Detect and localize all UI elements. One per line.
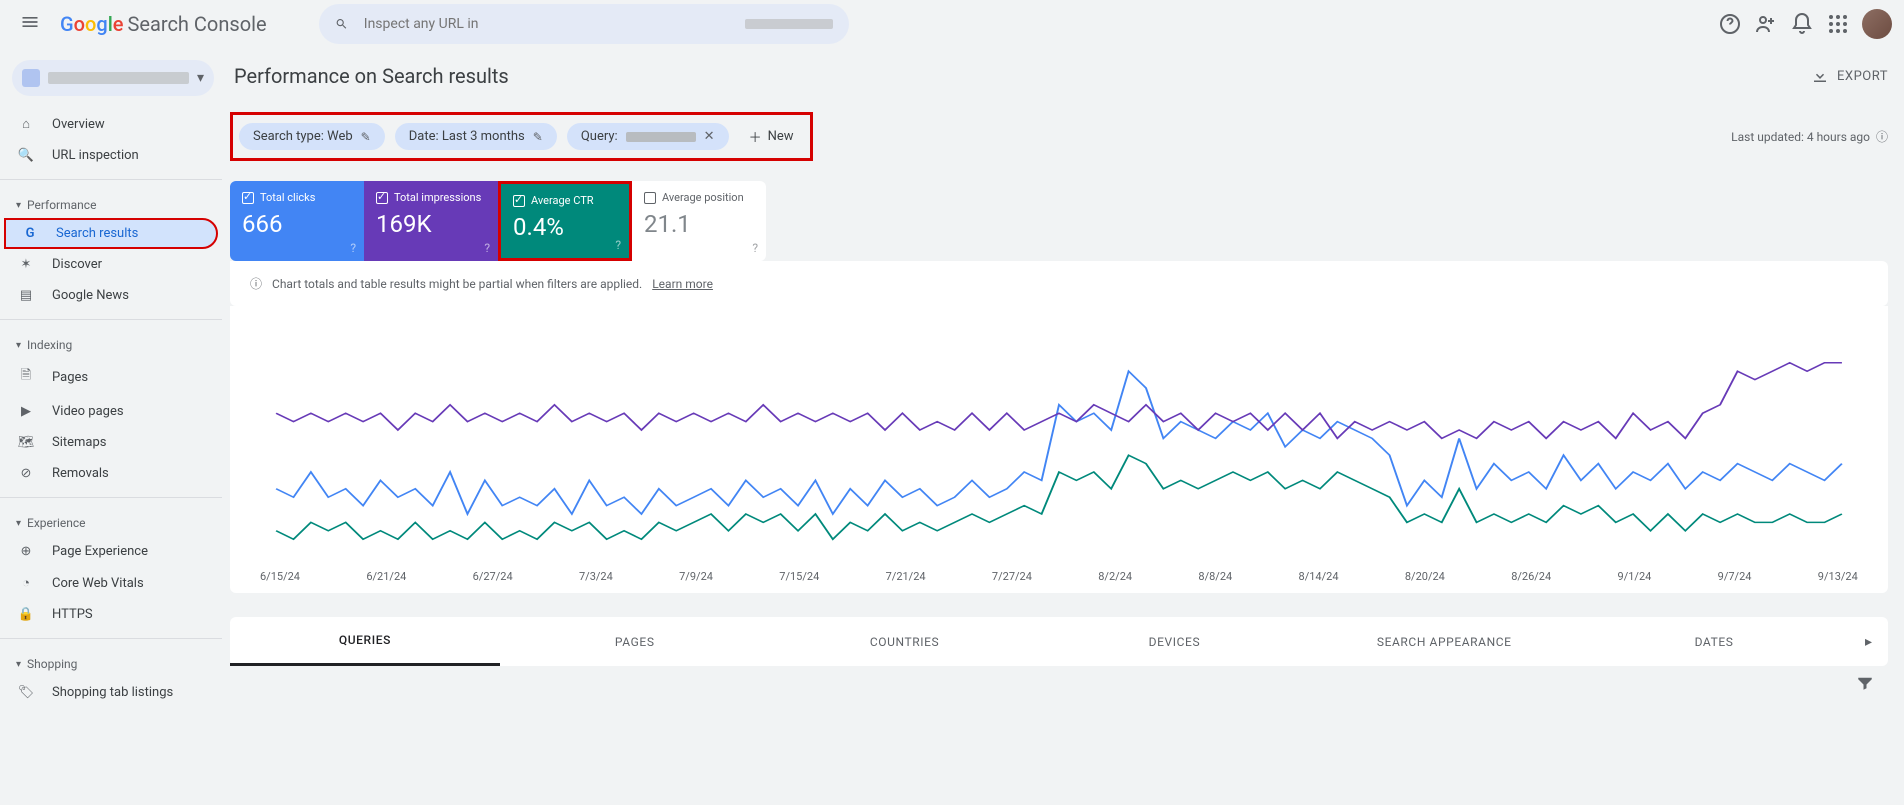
results-tabs: QUERIES PAGES COUNTRIES DEVICES SEARCH A…	[230, 617, 1888, 666]
checkbox-icon	[376, 192, 388, 204]
performance-chart: 6/15/246/21/246/27/247/3/247/9/247/15/24…	[230, 306, 1888, 593]
sidebar-section-experience[interactable]: Experience	[0, 506, 222, 536]
tag-icon: 🏷	[16, 685, 36, 700]
metric-card-impressions[interactable]: Total impressions 169K ?	[364, 181, 498, 261]
sidebar-item-pages[interactable]: 🗎 Pages	[0, 358, 222, 396]
sidebar-item-sitemaps[interactable]: 🗺 Sitemaps	[0, 427, 222, 458]
sidebar: ▾ ⌂ Overview 🔍 URL inspection Performanc…	[0, 48, 230, 716]
sidebar-item-overview[interactable]: ⌂ Overview	[0, 108, 222, 140]
chart-x-axis: 6/15/246/21/246/27/247/3/247/9/247/15/24…	[250, 570, 1868, 583]
menu-icon[interactable]	[12, 4, 48, 44]
tab-dates[interactable]: DATES	[1579, 619, 1849, 665]
last-updated: Last updated: 4 hours ago ⓘ	[1731, 128, 1888, 145]
metric-cards: Total clicks 666 ? Total impressions 169…	[230, 181, 1888, 261]
app-name: Search Console	[128, 12, 267, 36]
plus-circle-icon: ⊕	[16, 544, 36, 559]
video-icon: ▶	[16, 404, 36, 419]
line-chart	[250, 326, 1868, 566]
help-icon[interactable]: ?	[752, 241, 758, 255]
app-logo[interactable]: Google Search Console	[60, 12, 267, 36]
discover-icon: ✶	[16, 257, 36, 272]
pencil-icon: ✎	[361, 130, 371, 144]
removals-icon: ⊘	[16, 466, 36, 481]
chevron-right-icon[interactable]: ▸	[1849, 634, 1888, 650]
plus-icon: ＋	[749, 127, 762, 146]
checkbox-icon	[513, 195, 525, 207]
info-icon: ⓘ	[250, 275, 262, 292]
tab-devices[interactable]: DEVICES	[1039, 619, 1309, 665]
sidebar-item-core-web-vitals[interactable]: ◔ Core Web Vitals	[0, 567, 222, 599]
redacted-domain	[745, 19, 833, 29]
tab-queries[interactable]: QUERIES	[230, 617, 500, 666]
search-icon	[335, 15, 348, 33]
page-title: Performance on Search results	[234, 64, 509, 88]
sidebar-section-indexing[interactable]: Indexing	[0, 328, 222, 358]
lock-icon: 🔒	[16, 607, 36, 622]
help-icon[interactable]: ?	[615, 238, 621, 252]
metric-card-clicks[interactable]: Total clicks 666 ?	[230, 181, 364, 261]
filter-bar: Search type: Web ✎ Date: Last 3 months ✎…	[230, 112, 813, 161]
property-thumb	[22, 69, 40, 87]
partial-data-notice: ⓘ Chart totals and table results might b…	[230, 261, 1888, 306]
sidebar-item-https[interactable]: 🔒 HTTPS	[0, 599, 222, 630]
home-icon: ⌂	[16, 116, 36, 132]
sidebar-item-discover[interactable]: ✶ Discover	[0, 249, 222, 280]
news-icon: ▤	[16, 288, 36, 303]
chevron-down-icon: ▾	[197, 70, 204, 86]
filter-date[interactable]: Date: Last 3 months ✎	[395, 123, 557, 150]
apps-icon[interactable]	[1826, 12, 1850, 36]
pages-icon: 🗎	[16, 366, 36, 388]
tab-search-appearance[interactable]: SEARCH APPEARANCE	[1309, 619, 1579, 665]
help-icon[interactable]	[1718, 12, 1742, 36]
tab-countries[interactable]: COUNTRIES	[770, 619, 1040, 665]
filter-query[interactable]: Query: ✕	[567, 123, 729, 150]
sidebar-item-search-results[interactable]: G Search results	[4, 218, 218, 249]
sidebar-item-url-inspection[interactable]: 🔍 URL inspection	[0, 140, 222, 171]
sidebar-item-removals[interactable]: ⊘ Removals	[0, 458, 222, 489]
speed-icon: ◔	[16, 575, 36, 591]
learn-more-link[interactable]: Learn more	[652, 277, 713, 291]
query-value-redacted	[626, 132, 696, 142]
checkbox-icon	[242, 192, 254, 204]
sidebar-item-shopping-tab[interactable]: 🏷 Shopping tab listings	[0, 677, 222, 708]
add-filter-button[interactable]: ＋ New	[739, 121, 804, 152]
search-icon: 🔍	[16, 148, 36, 163]
filter-search-type[interactable]: Search type: Web ✎	[239, 123, 385, 150]
help-icon[interactable]: ?	[350, 241, 356, 255]
metric-card-position[interactable]: Average position 21.1 ?	[632, 181, 766, 261]
sidebar-section-performance[interactable]: Performance	[0, 188, 222, 218]
help-icon[interactable]: ⓘ	[1876, 128, 1888, 145]
property-name-redacted	[48, 72, 189, 84]
sidebar-item-video-pages[interactable]: ▶ Video pages	[0, 396, 222, 427]
sidebar-item-page-experience[interactable]: ⊕ Page Experience	[0, 536, 222, 567]
sidebar-item-google-news[interactable]: ▤ Google News	[0, 280, 222, 311]
property-selector[interactable]: ▾	[12, 60, 214, 96]
sitemap-icon: 🗺	[16, 435, 36, 450]
sidebar-section-shopping[interactable]: Shopping	[0, 647, 222, 677]
download-icon	[1811, 67, 1829, 85]
bell-icon[interactable]	[1790, 12, 1814, 36]
users-icon[interactable]	[1754, 12, 1778, 36]
tab-pages[interactable]: PAGES	[500, 619, 770, 665]
export-button[interactable]: EXPORT	[1811, 67, 1888, 85]
filter-icon[interactable]	[230, 666, 1888, 696]
url-inspect-search[interactable]	[319, 4, 849, 44]
google-icon: G	[20, 226, 40, 241]
checkbox-icon	[644, 192, 656, 204]
avatar[interactable]	[1862, 9, 1892, 39]
help-icon[interactable]: ?	[484, 241, 490, 255]
pencil-icon: ✎	[533, 130, 543, 144]
metric-card-ctr[interactable]: Average CTR 0.4% ?	[498, 181, 632, 261]
url-inspect-input[interactable]	[364, 16, 729, 32]
close-icon[interactable]: ✕	[704, 129, 715, 144]
